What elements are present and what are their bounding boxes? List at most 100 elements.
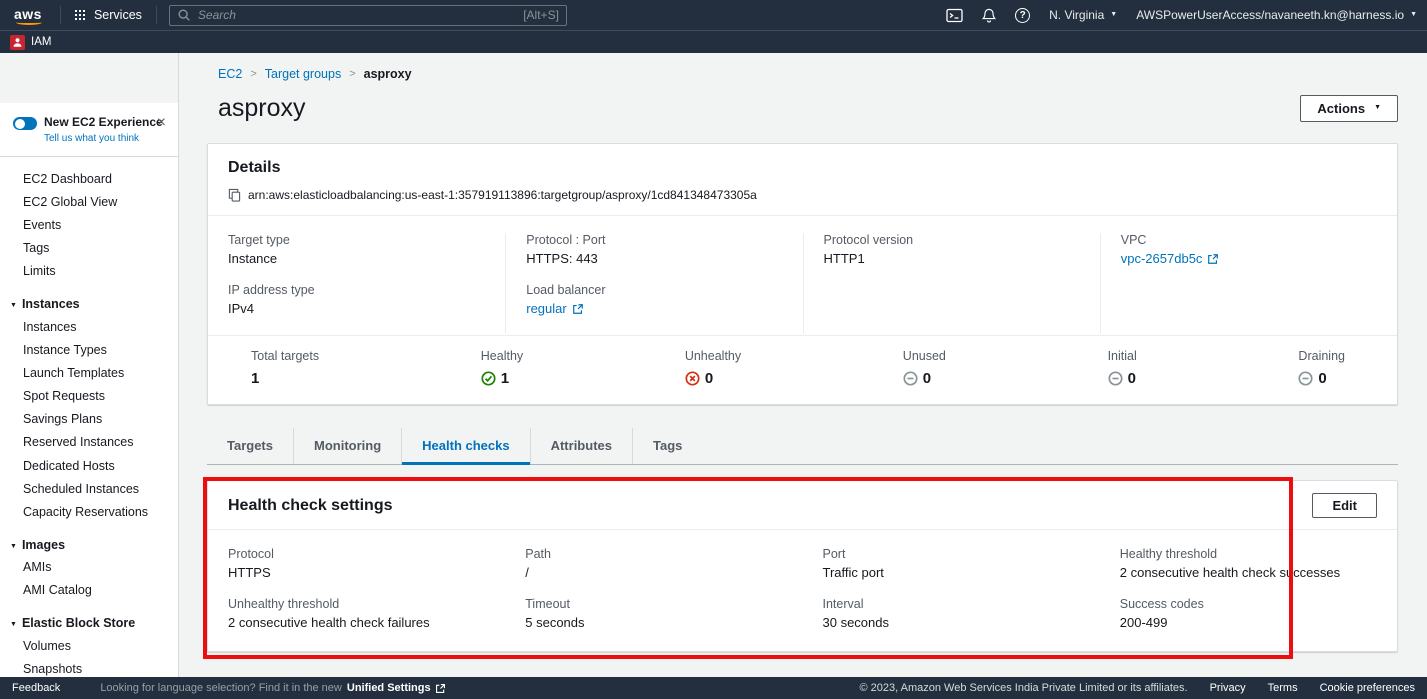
unified-settings-link[interactable]: Unified Settings bbox=[347, 682, 446, 694]
cloudshell-icon[interactable] bbox=[946, 8, 963, 23]
notifications-bell-icon[interactable] bbox=[982, 8, 996, 23]
field-label: Success codes bbox=[1120, 597, 1377, 611]
field-label: Port bbox=[823, 547, 1080, 561]
sidebar-item-ami-catalog[interactable]: AMI Catalog bbox=[0, 579, 178, 602]
footer-language-text: Looking for language selection? Find it … bbox=[100, 682, 342, 694]
sidebar-item-scheduled-instances[interactable]: Scheduled Instances bbox=[0, 477, 178, 500]
field-label: Load balancer bbox=[526, 283, 782, 297]
minus-circle-icon bbox=[903, 371, 918, 386]
help-icon[interactable]: ? bbox=[1015, 8, 1030, 23]
ip-address-type-value: IPv4 bbox=[228, 301, 485, 316]
edit-button[interactable]: Edit bbox=[1312, 493, 1377, 518]
actions-button[interactable]: Actions ▼ bbox=[1300, 95, 1398, 122]
privacy-link[interactable]: Privacy bbox=[1210, 682, 1246, 694]
sidebar-nav: EC2 Dashboard EC2 Global View Events Tag… bbox=[0, 157, 178, 677]
hc-success-codes-value: 200-499 bbox=[1120, 615, 1377, 630]
sidebar-section-instances[interactable]: ▼Instances bbox=[0, 292, 178, 315]
sidebar-item-capacity-reservations[interactable]: Capacity Reservations bbox=[0, 500, 178, 523]
services-menu[interactable]: Services bbox=[71, 8, 146, 22]
chevron-down-icon: ▼ bbox=[1410, 11, 1417, 18]
external-link-icon bbox=[1207, 253, 1219, 265]
field-label: IP address type bbox=[228, 283, 485, 297]
sidebar-item-launch-templates[interactable]: Launch Templates bbox=[0, 361, 178, 384]
copyright-text: © 2023, Amazon Web Services India Privat… bbox=[860, 682, 1188, 694]
field-label: Target type bbox=[228, 233, 485, 247]
hc-timeout-value: 5 seconds bbox=[525, 615, 782, 630]
sidebar-item-reserved-instances[interactable]: Reserved Instances bbox=[0, 431, 178, 454]
main-content: EC2 > Target groups > asproxy asproxy Ac… bbox=[179, 53, 1427, 677]
sidebar-item-instances[interactable]: Instances bbox=[0, 315, 178, 338]
tab-health-checks[interactable]: Health checks bbox=[401, 428, 529, 464]
field-label: Protocol : Port bbox=[526, 233, 782, 247]
field-label: VPC bbox=[1121, 233, 1377, 247]
breadcrumb-target-groups[interactable]: Target groups bbox=[265, 67, 341, 81]
breadcrumb: EC2 > Target groups > asproxy bbox=[207, 67, 1398, 81]
sidebar-item-snapshots[interactable]: Snapshots bbox=[0, 657, 178, 677]
sidebar-item-ec2-dashboard[interactable]: EC2 Dashboard bbox=[0, 167, 178, 190]
hc-port-value: Traffic port bbox=[823, 565, 1080, 580]
sidebar-item-limits[interactable]: Limits bbox=[0, 260, 178, 283]
favorites-bar: IAM bbox=[0, 30, 1427, 53]
region-label: N. Virginia bbox=[1049, 8, 1104, 22]
stat-initial: Initial 0 bbox=[1108, 349, 1137, 387]
breadcrumb-separator: > bbox=[250, 68, 256, 80]
chevron-down-icon: ▼ bbox=[1110, 11, 1117, 18]
field-label: Interval bbox=[823, 597, 1080, 611]
favorite-iam[interactable]: IAM bbox=[10, 35, 51, 50]
account-menu[interactable]: AWSPowerUserAccess/navaneeth.kn@harness.… bbox=[1136, 8, 1417, 22]
sidebar-item-volumes[interactable]: Volumes bbox=[0, 634, 178, 657]
external-link-icon bbox=[572, 303, 584, 315]
close-icon[interactable]: × bbox=[157, 117, 166, 129]
protocol-version-value: HTTP1 bbox=[824, 251, 1080, 266]
chevron-down-icon: ▼ bbox=[10, 302, 17, 309]
favorite-iam-label: IAM bbox=[31, 36, 51, 48]
field-label: Protocol version bbox=[824, 233, 1080, 247]
sidebar-item-events[interactable]: Events bbox=[0, 213, 178, 236]
hc-unhealthy-threshold-value: 2 consecutive health check failures bbox=[228, 615, 485, 630]
sidebar-section-images[interactable]: ▼Images bbox=[0, 533, 178, 556]
tab-tags[interactable]: Tags bbox=[632, 428, 702, 464]
top-navigation: aws Services [Alt+S] ? N. Virginia ▼ AWS… bbox=[0, 0, 1427, 30]
hc-path-value: / bbox=[525, 565, 782, 580]
tab-bar: Targets Monitoring Health checks Attribu… bbox=[207, 428, 1398, 465]
aws-smile-icon bbox=[16, 20, 42, 25]
health-check-settings-card: Health check settings Edit Protocol HTTP… bbox=[207, 480, 1398, 652]
load-balancer-link[interactable]: regular bbox=[526, 301, 583, 316]
feedback-link[interactable]: Feedback bbox=[12, 682, 60, 694]
chevron-down-icon: ▼ bbox=[1374, 104, 1381, 111]
breadcrumb-current: asproxy bbox=[364, 67, 412, 81]
sidebar-item-savings-plans[interactable]: Savings Plans bbox=[0, 408, 178, 431]
tell-us-link[interactable]: Tell us what you think bbox=[44, 133, 139, 144]
sidebar-item-amis[interactable]: AMIs bbox=[0, 556, 178, 579]
search-input[interactable] bbox=[169, 5, 567, 26]
stat-total-targets: Total targets 1 bbox=[251, 349, 319, 387]
new-experience-toggle[interactable] bbox=[13, 117, 37, 130]
vpc-link[interactable]: vpc-2657db5c bbox=[1121, 251, 1220, 266]
protocol-port-value: HTTPS: 443 bbox=[526, 251, 782, 266]
sidebar-item-ec2-global-view[interactable]: EC2 Global View bbox=[0, 190, 178, 213]
sidebar-item-spot-requests[interactable]: Spot Requests bbox=[0, 385, 178, 408]
tab-monitoring[interactable]: Monitoring bbox=[293, 428, 401, 464]
field-label: Path bbox=[525, 547, 782, 561]
chevron-down-icon: ▼ bbox=[10, 543, 17, 550]
aws-logo[interactable]: aws bbox=[10, 4, 50, 26]
breadcrumb-ec2[interactable]: EC2 bbox=[218, 67, 242, 81]
x-circle-icon bbox=[685, 371, 700, 386]
nav-divider bbox=[60, 6, 61, 24]
copy-icon[interactable] bbox=[228, 188, 241, 202]
tab-attributes[interactable]: Attributes bbox=[530, 428, 632, 464]
cookie-preferences-link[interactable]: Cookie preferences bbox=[1320, 682, 1415, 694]
sidebar-item-dedicated-hosts[interactable]: Dedicated Hosts bbox=[0, 454, 178, 477]
field-label: Protocol bbox=[228, 547, 485, 561]
global-search[interactable]: [Alt+S] bbox=[169, 5, 567, 26]
sidebar-section-elastic-block-store[interactable]: ▼Elastic Block Store bbox=[0, 611, 178, 634]
sidebar-item-tags[interactable]: Tags bbox=[0, 237, 178, 260]
field-label: Healthy threshold bbox=[1120, 547, 1377, 561]
sidebar-item-instance-types[interactable]: Instance Types bbox=[0, 338, 178, 361]
chevron-down-icon: ▼ bbox=[10, 621, 17, 628]
terms-link[interactable]: Terms bbox=[1268, 682, 1298, 694]
region-selector[interactable]: N. Virginia ▼ bbox=[1049, 8, 1117, 22]
minus-circle-icon bbox=[1298, 371, 1313, 386]
hc-interval-value: 30 seconds bbox=[823, 615, 1080, 630]
tab-targets[interactable]: Targets bbox=[207, 428, 293, 464]
